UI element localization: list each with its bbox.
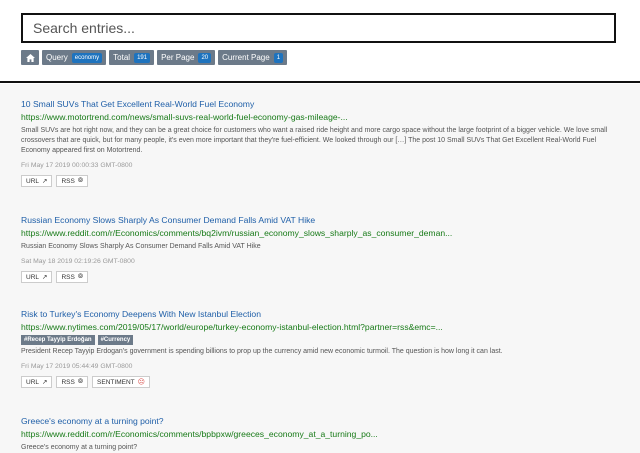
rss-button-label: RSS xyxy=(61,177,75,185)
rss-button-label: RSS xyxy=(61,273,75,281)
entry-date: Sat May 18 2019 02:19:26 GMT-0800 xyxy=(21,258,135,265)
entry-actions: URL ↗ RSS ⦾ xyxy=(21,175,621,187)
entry-title[interactable]: 10 Small SUVs That Get Excellent Real-Wo… xyxy=(21,99,621,110)
entry-title[interactable]: Russian Economy Slows Sharply As Consume… xyxy=(21,215,621,226)
sentiment-button[interactable]: SENTIMENT ☹ xyxy=(92,376,150,388)
per-page-badge: 20 xyxy=(198,52,212,63)
total-pill[interactable]: Total 191 xyxy=(109,50,155,65)
query-pill[interactable]: Query economy xyxy=(42,50,107,65)
sentiment-button-label: SENTIMENT xyxy=(97,378,135,386)
current-page-badge: 1 xyxy=(273,52,284,63)
url-button-label: URL xyxy=(26,177,40,185)
url-button-label: URL xyxy=(26,378,40,386)
entry-date: Fri May 17 2019 00:00:33 GMT-0800 xyxy=(21,162,133,169)
total-label: Total xyxy=(113,53,131,62)
home-button[interactable] xyxy=(21,50,39,65)
external-link-icon: ↗ xyxy=(42,379,48,386)
entry-title[interactable]: Risk to Turkey's Economy Deepens With Ne… xyxy=(21,309,621,320)
external-link-icon: ↗ xyxy=(42,178,48,185)
entry-url[interactable]: https://www.nytimes.com/2019/05/17/world… xyxy=(21,322,621,333)
entry-description: Russian Economy Slows Sharply As Consume… xyxy=(21,243,261,250)
home-icon xyxy=(25,53,35,62)
list-item: Greece's economy at a turning point? htt… xyxy=(21,416,621,453)
entry-date: Fri May 17 2019 05:44:49 GMT-0800 xyxy=(21,363,133,370)
rss-button[interactable]: RSS ⦾ xyxy=(56,376,89,388)
entry-actions: URL ↗ RSS ⦾ xyxy=(21,271,621,283)
entry-tags: #Recep Tayyip Erdoğan #Currency xyxy=(21,335,621,345)
entry-title[interactable]: Greece's economy at a turning point? xyxy=(21,416,621,427)
entry-description: Greece's economy at a turning point? xyxy=(21,444,138,451)
rss-button[interactable]: RSS ⦾ xyxy=(56,271,89,283)
per-page-label: Per Page xyxy=(161,53,195,62)
current-page-pill[interactable]: Current Page 1 xyxy=(218,50,288,65)
url-button-label: URL xyxy=(26,273,40,281)
url-button[interactable]: URL ↗ xyxy=(21,271,53,283)
entry-description: Small SUVs are hot right now, and they c… xyxy=(21,127,608,154)
sad-face-icon: ☹ xyxy=(137,379,145,386)
url-button[interactable]: URL ↗ xyxy=(21,175,53,187)
tag-badge[interactable]: #Recep Tayyip Erdoğan xyxy=(21,335,95,345)
query-badge: economy xyxy=(71,52,103,63)
rss-icon: ⦾ xyxy=(77,177,84,184)
entry-url[interactable]: https://www.reddit.com/r/Economics/comme… xyxy=(21,228,621,239)
list-item: Risk to Turkey's Economy Deepens With Ne… xyxy=(21,309,621,388)
entry-actions: URL ↗ RSS ⦾ SENTIMENT ☹ xyxy=(21,376,621,388)
header-divider xyxy=(0,81,640,83)
rss-button-label: RSS xyxy=(61,378,75,386)
rss-icon: ⦾ xyxy=(77,273,84,280)
url-button[interactable]: URL ↗ xyxy=(21,376,53,388)
rss-button[interactable]: RSS ⦾ xyxy=(56,175,89,187)
filter-bar: Query economy Total 191 Per Page 20 Curr… xyxy=(21,50,288,65)
rss-icon: ⦾ xyxy=(77,378,84,385)
entry-description: President Recep Tayyip Erdogan's governm… xyxy=(21,348,503,355)
per-page-pill[interactable]: Per Page 20 xyxy=(157,50,216,65)
current-page-label: Current Page xyxy=(222,53,270,62)
entry-url[interactable]: https://www.motortrend.com/news/small-su… xyxy=(21,112,621,123)
list-item: Russian Economy Slows Sharply As Consume… xyxy=(21,215,621,283)
list-item: 10 Small SUVs That Get Excellent Real-Wo… xyxy=(21,99,621,187)
search-input[interactable] xyxy=(21,13,616,43)
entry-url[interactable]: https://www.reddit.com/r/Economics/comme… xyxy=(21,429,621,440)
tag-badge[interactable]: #Currency xyxy=(97,335,134,345)
total-badge: 191 xyxy=(134,52,151,63)
query-label: Query xyxy=(46,53,68,62)
external-link-icon: ↗ xyxy=(42,274,48,281)
